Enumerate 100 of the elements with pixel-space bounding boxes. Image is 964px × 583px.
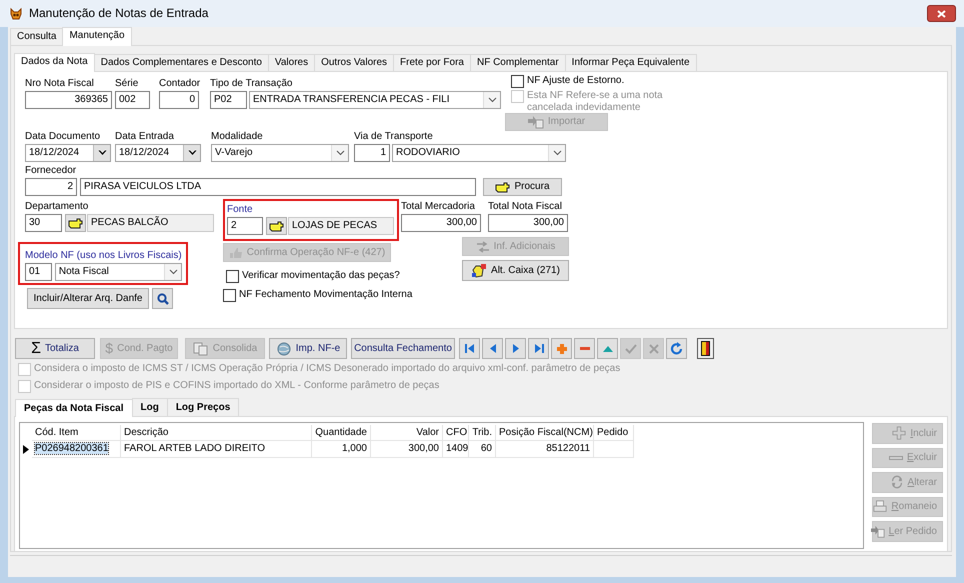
input-field[interactable]: 2 bbox=[25, 178, 77, 196]
input-field[interactable]: 002 bbox=[115, 91, 150, 109]
close-button[interactable] bbox=[927, 5, 956, 22]
close-icon bbox=[937, 10, 946, 18]
lookup-button[interactable] bbox=[65, 214, 86, 232]
date-picker[interactable]: 18/12/2024 bbox=[25, 144, 111, 162]
column-header[interactable]: Trib. bbox=[469, 425, 496, 441]
checkbox-label: Considera o imposto de ICMS ST / ICMS Operação Própria / ICMS Desonerado importado do arquivo xml-conf. parâmetro de peças bbox=[34, 363, 620, 374]
field-label: Data Entrada bbox=[115, 131, 175, 144]
dropdown[interactable]: Nota Fiscal bbox=[54, 263, 182, 281]
search-button[interactable] bbox=[152, 288, 173, 309]
dropdown[interactable]: ENTRADA TRANSFERENCIA PECAS - FILI bbox=[249, 91, 501, 109]
navigator-button[interactable] bbox=[528, 338, 549, 359]
input-field: LOJAS DE PECAS bbox=[288, 217, 394, 235]
input-field[interactable]: 30 bbox=[25, 214, 62, 232]
navigator-button[interactable] bbox=[666, 338, 687, 359]
field-label: Total Mercadoria bbox=[401, 201, 476, 214]
caret-icon bbox=[168, 269, 178, 275]
caret-icon bbox=[336, 150, 344, 156]
column-header[interactable]: Pedido bbox=[594, 425, 634, 441]
input-field[interactable]: 300,00 bbox=[401, 214, 481, 232]
lookup-button[interactable] bbox=[266, 217, 287, 235]
column-header[interactable]: Cód. Item bbox=[32, 425, 121, 441]
input-field[interactable]: 300,00 bbox=[488, 214, 568, 232]
input-field[interactable]: 0 bbox=[159, 91, 199, 109]
date-picker[interactable]: 18/12/2024 bbox=[115, 144, 201, 162]
table-cell: FAROL ARTEB LADO DIREITO bbox=[124, 443, 265, 454]
column-header[interactable]: Descrição bbox=[121, 425, 312, 441]
input-field[interactable]: 1 bbox=[354, 144, 390, 162]
field-label: Nro Nota Fiscal bbox=[25, 78, 95, 91]
caret-icon bbox=[488, 97, 496, 103]
tab[interactable]: Consulta bbox=[10, 28, 64, 45]
caret-icon bbox=[188, 150, 196, 156]
check-icon bbox=[624, 342, 638, 355]
printer-icon bbox=[873, 500, 888, 514]
tab[interactable]: Peças da Nota Fiscal bbox=[15, 399, 132, 417]
field-label: Total Nota Fiscal bbox=[488, 201, 563, 214]
checkbox-label: NF Fechamento Movimentação Interna bbox=[239, 289, 412, 300]
field-label: Fornecedor bbox=[25, 165, 78, 178]
checkbox[interactable] bbox=[223, 289, 236, 302]
checkbox-label: NF Ajuste de Estorno. bbox=[527, 75, 624, 86]
import-icon bbox=[528, 115, 544, 129]
import-icon bbox=[870, 524, 885, 539]
column-header[interactable]: CFO bbox=[443, 425, 469, 441]
dropdown[interactable]: RODOVIARIO bbox=[392, 144, 566, 162]
checkbox-label: Considerar o imposto de PIS e COFINS importado do XML - Conforme parâmetro de peças bbox=[34, 380, 440, 392]
checkbox[interactable] bbox=[511, 75, 524, 88]
button[interactable]: Alt. Caixa (271) bbox=[462, 260, 569, 281]
refresh-icon bbox=[890, 475, 904, 490]
navigator-button[interactable] bbox=[505, 338, 526, 359]
input-field[interactable]: PIRASA VEICULOS LTDA bbox=[80, 178, 476, 196]
documents-icon bbox=[192, 342, 209, 356]
button[interactable]: Procura bbox=[483, 178, 562, 196]
field-label: Modelo NF (uso nos Livros Fiscais) bbox=[25, 250, 182, 263]
close-icon bbox=[646, 342, 660, 355]
table-cell: P026948200361 bbox=[35, 443, 108, 454]
button[interactable]: Σ Totaliza bbox=[15, 338, 95, 359]
field-label: Departamento bbox=[25, 201, 90, 214]
column-header[interactable]: Valor bbox=[371, 425, 443, 441]
navigator-button[interactable] bbox=[551, 338, 572, 359]
column-header[interactable]: Quantidade bbox=[312, 425, 371, 441]
search-icon bbox=[156, 292, 168, 304]
input-field[interactable]: P02 bbox=[210, 91, 247, 109]
checkbox[interactable] bbox=[226, 270, 239, 283]
input-field[interactable]: 2 bbox=[227, 217, 263, 235]
sigma-icon: Σ bbox=[31, 342, 41, 356]
button[interactable]: Consulta Fechamento bbox=[351, 338, 455, 359]
table-cell: 1,000 bbox=[342, 443, 367, 454]
table-cell: 300,00 bbox=[408, 443, 439, 454]
navigator-button[interactable] bbox=[459, 338, 480, 359]
exit-button[interactable] bbox=[697, 338, 714, 359]
minus-icon bbox=[888, 456, 903, 460]
door-icon bbox=[701, 341, 710, 356]
field-label: Contador bbox=[159, 78, 199, 91]
plus-icon bbox=[554, 342, 568, 355]
tab[interactable]: Log Preços bbox=[166, 398, 240, 416]
input-field[interactable]: 01 bbox=[25, 263, 52, 281]
button[interactable]: Imp. NF-e bbox=[269, 338, 347, 359]
pointing-hand-icon bbox=[495, 182, 510, 192]
refresh-icon bbox=[670, 342, 684, 355]
tab[interactable]: Dados da Nota bbox=[14, 53, 95, 72]
window-title: Manutenção de Notas de Entrada bbox=[29, 6, 208, 20]
app-icon bbox=[8, 6, 24, 22]
table-cell: 85122011 bbox=[546, 443, 590, 454]
field-label: Data Documento bbox=[25, 131, 102, 144]
checkbox-label: Esta NF Refere-se a uma nota cancelada indevidamente bbox=[527, 90, 664, 113]
navigator-button[interactable] bbox=[597, 338, 618, 359]
transfer-icon bbox=[476, 240, 490, 252]
column-header[interactable]: Posição Fiscal(NCM) bbox=[496, 425, 594, 441]
field-label: Via de Transporte bbox=[354, 131, 434, 144]
dollar-icon: $ bbox=[105, 340, 114, 357]
field-label: Modalidade bbox=[211, 131, 264, 144]
navigator-button[interactable] bbox=[482, 338, 503, 359]
tab[interactable]: Informar Peça Equivalente bbox=[564, 54, 697, 71]
navigator-button[interactable] bbox=[574, 338, 595, 359]
input-field[interactable]: 369365 bbox=[25, 91, 112, 109]
tab[interactable]: Manutenção bbox=[62, 27, 132, 46]
pointing-hand-icon bbox=[68, 218, 83, 228]
button[interactable]: Incluir/Alterar Arq. Danfe bbox=[27, 288, 149, 309]
dropdown[interactable]: V-Varejo bbox=[211, 144, 349, 162]
